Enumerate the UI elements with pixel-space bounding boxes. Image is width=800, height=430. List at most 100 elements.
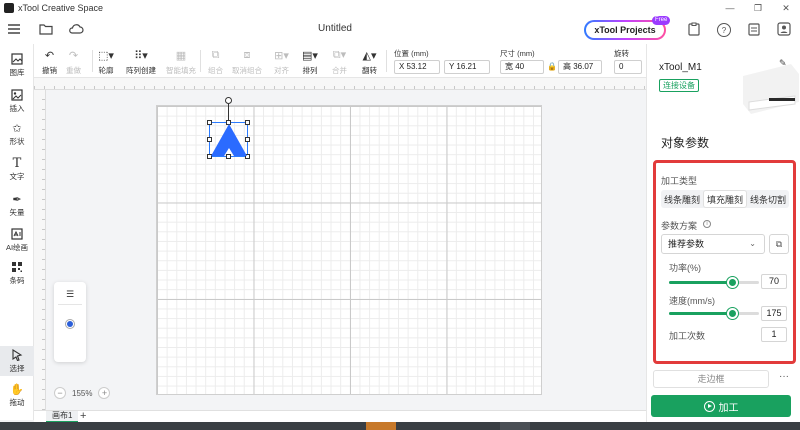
align-label: 对齐 <box>274 66 289 75</box>
ai-paint-icon <box>10 227 24 241</box>
help-icon[interactable]: ? <box>717 23 731 37</box>
array-button[interactable]: ⠿▾ 阵列创建 <box>126 47 156 77</box>
add-tab-button[interactable]: + <box>80 410 86 422</box>
passes-input[interactable]: 1 <box>761 327 787 342</box>
width-input[interactable]: 宽 40 <box>500 60 544 74</box>
power-slider-knob[interactable] <box>727 277 738 288</box>
text-icon: T <box>12 155 22 171</box>
maximize-icon[interactable]: ❐ <box>744 0 772 16</box>
object-params-title: 对象参数 <box>661 136 710 150</box>
ungroup-label: 取消组合 <box>232 66 262 75</box>
preset-select[interactable]: 推荐参数 ⌄ <box>661 234 765 254</box>
power-input[interactable]: 70 <box>761 274 787 289</box>
arrange-button[interactable]: ▤▾ 排列 <box>302 47 318 77</box>
array-grid-icon: ⠿▾ <box>134 49 148 62</box>
taskbar-item[interactable] <box>500 422 530 430</box>
outline-button[interactable]: ⬚▾ 轮廓 <box>98 47 114 77</box>
edit-device-icon[interactable]: ✎ <box>779 58 787 69</box>
passes-label: 加工次数 <box>669 331 706 341</box>
tool-vector[interactable]: ✒ 矢量 <box>0 190 34 220</box>
flip-icon: ◭▾ <box>362 49 377 62</box>
frame-button[interactable]: 走边框 <box>653 370 769 388</box>
os-taskbar <box>0 422 800 430</box>
minimize-icon[interactable]: — <box>716 0 744 16</box>
rotate-input[interactable]: 0 <box>614 60 642 74</box>
smart-fill-button[interactable]: ▦ 智能填充 <box>166 47 196 77</box>
design-canvas[interactable] <box>46 90 646 410</box>
speed-label: 速度(mm/s) <box>669 296 715 306</box>
tool-drag[interactable]: ✋ 拖动 <box>0 380 34 410</box>
notification-icon[interactable] <box>746 21 762 37</box>
power-label: 功率(%) <box>669 263 701 273</box>
height-input[interactable]: 高 36.07 <box>558 60 602 74</box>
process-type-label: 加工类型 <box>661 176 698 186</box>
combine-button[interactable]: ⧉▾ 合并 <box>332 47 347 77</box>
more-options-button[interactable]: ··· <box>773 370 795 388</box>
speed-input[interactable]: 175 <box>761 306 787 321</box>
speed-slider-knob[interactable] <box>727 308 738 319</box>
tool-select[interactable]: 选择 <box>0 346 34 376</box>
layer-list-icon[interactable]: ☰ <box>66 289 74 300</box>
flip-label: 翻转 <box>362 66 377 75</box>
triangle-shape[interactable] <box>210 123 248 157</box>
zoom-value: 155% <box>72 388 93 398</box>
play-icon <box>703 400 715 412</box>
tool-insert[interactable]: 插入 <box>0 86 34 116</box>
process-type-selector: 线条雕刻 填充雕刻 线条切割 <box>661 190 789 208</box>
tool-label: 形状 <box>9 137 25 146</box>
tool-barcode[interactable]: 条码 <box>0 258 34 288</box>
zoom-in-button[interactable]: + <box>98 387 111 399</box>
y-position-input[interactable]: Y 16.21 <box>444 60 490 74</box>
array-label: 阵列创建 <box>126 66 156 75</box>
tool-label: AI绘画 <box>5 243 29 252</box>
undo-button[interactable]: ↶ 撤销 <box>42 47 57 77</box>
close-icon[interactable]: ✕ <box>772 0 800 16</box>
divider <box>386 50 387 72</box>
arrange-icon: ▤▾ <box>302 49 318 62</box>
tool-shape[interactable]: ✩ 形状 <box>0 119 34 149</box>
rotate-handle[interactable] <box>225 97 232 104</box>
tool-ai-paint[interactable]: AI绘画 <box>0 225 34 255</box>
redo-label: 重做 <box>66 66 81 75</box>
clipboard-icon[interactable] <box>686 21 702 37</box>
process-type-line-cut[interactable]: 线条切割 <box>747 190 789 208</box>
process-type-line-engrave[interactable]: 线条雕刻 <box>661 190 703 208</box>
speed-slider[interactable] <box>669 308 759 319</box>
edit-toolbar: ↶ 撤销 ↷ 重做 ⬚▾ 轮廓 ⠿▾ 阵列创建 ▦ 智能填充 ⧉ 组合 ⧈ 取消… <box>34 44 646 78</box>
zoom-out-button[interactable]: − <box>54 387 66 399</box>
shape-icon: ✩ <box>12 122 22 135</box>
free-badge: Free <box>652 16 671 25</box>
process-button[interactable]: 加工 <box>651 395 791 417</box>
undo-label: 撤销 <box>42 66 57 75</box>
tool-label: 选择 <box>9 364 25 373</box>
preset-manage-button[interactable]: ⧉ <box>769 234 789 254</box>
position-label: 位置 (mm) <box>394 49 429 58</box>
group-button[interactable]: ⧉ 组合 <box>208 47 223 77</box>
connect-device-button[interactable]: 连接设备 <box>659 79 699 92</box>
ungroup-button[interactable]: ⧈ 取消组合 <box>232 47 262 77</box>
arrange-label: 排列 <box>302 66 318 75</box>
tool-label: 插入 <box>9 104 25 113</box>
x-position-input[interactable]: X 53.12 <box>394 60 440 74</box>
layer-radio[interactable] <box>65 319 75 329</box>
document-title: Untitled <box>318 23 352 34</box>
info-icon[interactable]: i <box>703 220 711 228</box>
lock-ratio-icon[interactable]: 🔒 <box>547 62 557 71</box>
align-button[interactable]: ⊞▾ 对齐 <box>274 47 289 77</box>
power-slider[interactable] <box>669 277 759 288</box>
device-image <box>743 64 799 114</box>
redo-button[interactable]: ↷ 重做 <box>66 47 81 77</box>
undo-icon: ↶ <box>44 49 55 62</box>
divider <box>58 304 82 305</box>
tool-label: 图库 <box>9 68 25 77</box>
vector-pen-icon: ✒ <box>12 193 22 206</box>
group-icon: ⧉ <box>211 48 220 61</box>
tool-text[interactable]: T 文字 <box>0 154 34 184</box>
taskbar-item[interactable] <box>366 422 396 430</box>
tool-gallery[interactable]: 图库 <box>0 50 34 80</box>
left-toolbar: 图库 插入 ✩ 形状 T 文字 ✒ 矢量 AI绘画 条码 选择 ✋ 拖动 <box>0 44 34 420</box>
flip-button[interactable]: ◭▾ 翻转 <box>362 47 377 77</box>
user-avatar-icon[interactable] <box>776 21 792 37</box>
process-label: 加工 <box>718 402 739 414</box>
process-type-fill-engrave[interactable]: 填充雕刻 <box>703 190 747 208</box>
